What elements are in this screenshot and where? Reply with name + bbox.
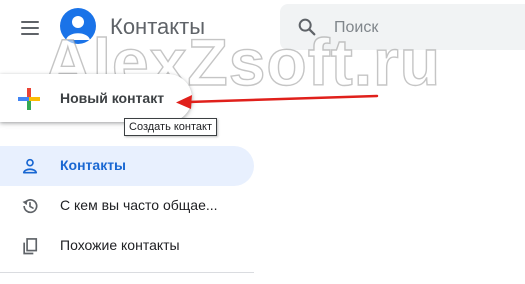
sidebar-item-duplicates[interactable]: Похожие контакты: [0, 226, 254, 266]
search-input[interactable]: [332, 13, 516, 43]
annotation-arrow-icon: [176, 94, 379, 109]
sidebar-item-label: С кем вы часто общае...: [60, 197, 218, 213]
plus-icon: [16, 86, 42, 112]
main-menu-button[interactable]: [10, 10, 50, 46]
sidebar-item-contacts[interactable]: Контакты: [0, 146, 254, 186]
sidebar-item-frequent[interactable]: С кем вы часто общае...: [0, 186, 254, 226]
menu-icon-bar: [21, 27, 39, 29]
new-contact-button[interactable]: Новый контакт: [0, 74, 192, 122]
person-icon: [20, 156, 40, 176]
contacts-logo-icon: [60, 8, 96, 44]
new-contact-label: Новый контакт: [60, 90, 165, 106]
sidebar-item-label: Похожие контакты: [60, 237, 180, 253]
sidebar-divider: [0, 272, 254, 273]
menu-icon-bar: [21, 21, 39, 23]
history-icon: [20, 196, 40, 216]
search-icon[interactable]: [296, 16, 318, 38]
menu-icon-bar: [21, 33, 39, 35]
create-contact-tooltip: Создать контакт: [124, 118, 217, 136]
copy-icon: [20, 236, 40, 256]
app-title: Контакты: [110, 14, 206, 39]
sidebar-item-label: Контакты: [60, 157, 127, 173]
